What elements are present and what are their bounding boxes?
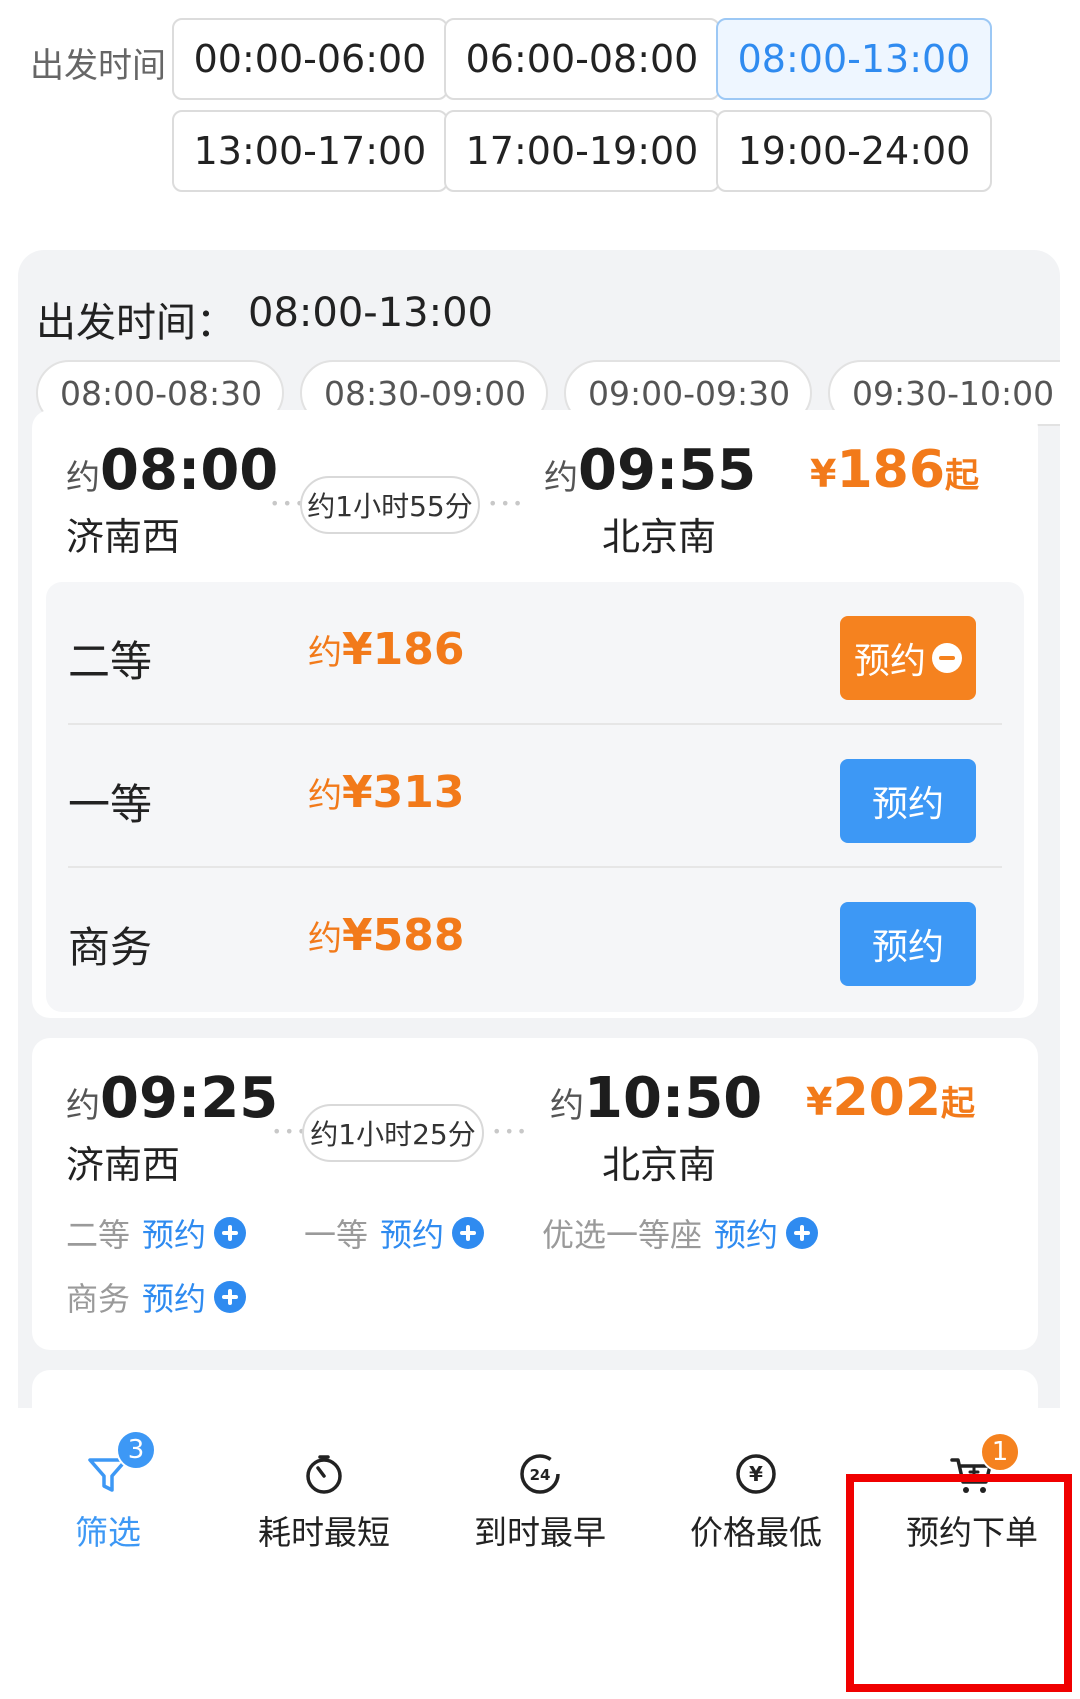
tab-lowest-price[interactable]: ¥ 价格最低 — [648, 1430, 864, 1580]
duration-pill: 约1小时55分 — [300, 476, 480, 534]
tab-shortest-duration[interactable]: 耗时最短 — [216, 1430, 432, 1580]
time-option-17-19[interactable]: 17:00-19:00 — [444, 110, 720, 192]
seat-option[interactable]: 一等 预约 — [304, 1210, 485, 1256]
departure-time: 约09:25 — [66, 1066, 279, 1131]
svg-text:24: 24 — [530, 1466, 551, 1484]
seat-name: 商务 — [68, 923, 153, 972]
arrival-time: 约09:55 — [544, 438, 757, 503]
time-option-00-06[interactable]: 00:00-06:00 — [172, 18, 448, 100]
arrival-time: 约10:50 — [550, 1066, 763, 1131]
from-price: ¥186起 — [810, 440, 979, 500]
book-button[interactable]: 预约 — [840, 759, 976, 843]
tab-label: 价格最低 — [690, 1513, 822, 1552]
departure-station: 济南西 — [66, 515, 181, 559]
minus-circle-icon — [932, 643, 962, 673]
cart-count-badge: 1 — [980, 1432, 1020, 1472]
seat-name: 一等 — [68, 780, 153, 829]
timer-icon — [306, 1455, 342, 1494]
departure-station: 济南西 — [66, 1143, 181, 1187]
plus-circle-icon — [452, 1217, 485, 1249]
time-option-19-24[interactable]: 19:00-24:00 — [716, 110, 992, 192]
seat-row-first-class: 一等 约¥313 预约 — [46, 725, 1024, 868]
from-price: ¥202起 — [806, 1068, 975, 1128]
arrival-station: 北京南 — [602, 515, 717, 559]
clock-24-icon: 24 — [520, 1454, 560, 1494]
tab-label: 耗时最短 — [258, 1513, 390, 1552]
time-option-06-08[interactable]: 06:00-08:00 — [444, 18, 720, 100]
tab-filter[interactable]: 3 筛选 — [0, 1430, 216, 1580]
seat-name: 二等 — [68, 637, 153, 686]
plus-circle-icon — [214, 1281, 247, 1313]
seat-price: 约¥313 — [308, 767, 465, 818]
tab-label: 筛选 — [75, 1513, 141, 1552]
arrival-station: 北京南 — [602, 1143, 717, 1187]
seat-option[interactable]: 优选一等座 预约 — [542, 1210, 819, 1256]
plus-circle-icon — [214, 1217, 247, 1249]
book-button[interactable]: 预约 — [840, 902, 976, 986]
tab-label: 到时最早 — [474, 1513, 606, 1552]
departure-time: 约08:00 — [66, 438, 279, 503]
time-option-13-17[interactable]: 13:00-17:00 — [172, 110, 448, 192]
selected-time-value: 08:00-13:00 — [248, 290, 493, 336]
tab-earliest-arrival[interactable]: 24 到时最早 — [432, 1430, 648, 1580]
svg-text:¥: ¥ — [749, 1462, 763, 1486]
departure-time-label: 出发时间 — [30, 46, 166, 86]
train-card[interactable]: 约09:25 济南西 ••• 约1小时25分 ••• 约10:50 北京南 ¥2… — [32, 1038, 1038, 1350]
route-dots-right: ••• — [492, 1122, 530, 1141]
seat-price: 约¥186 — [308, 624, 465, 675]
train-card[interactable]: 约08:00 济南西 ••• 约1小时55分 ••• 约09:55 北京南 ¥1… — [32, 410, 1038, 1018]
seat-option[interactable]: 二等 预约 — [66, 1210, 247, 1256]
route-dots-right: ••• — [488, 494, 526, 513]
filter-count-badge: 3 — [116, 1430, 156, 1470]
seat-price: 约¥588 — [308, 910, 465, 961]
duration-pill: 约1小时25分 — [302, 1104, 484, 1162]
seat-option[interactable]: 商务 预约 — [66, 1274, 247, 1320]
time-option-08-13[interactable]: 08:00-13:00 — [716, 18, 992, 100]
highlight-box — [846, 1474, 1072, 1692]
plus-circle-icon — [786, 1217, 819, 1249]
seat-row-business: 商务 约¥588 预约 — [46, 868, 1024, 1011]
results-panel: 出发时间： 08:00-13:00 08:00-08:30 08:30-09:0… — [18, 250, 1060, 1470]
seat-row-second-class: 二等 约¥186 预约 — [46, 582, 1024, 725]
seat-list: 二等 约¥186 预约 一等 约¥313 预约 商务 约¥588 预约 — [46, 582, 1024, 1012]
book-button-selected[interactable]: 预约 — [840, 616, 976, 700]
yen-icon: ¥ — [736, 1454, 776, 1494]
selected-time-label: 出发时间： — [36, 300, 236, 346]
